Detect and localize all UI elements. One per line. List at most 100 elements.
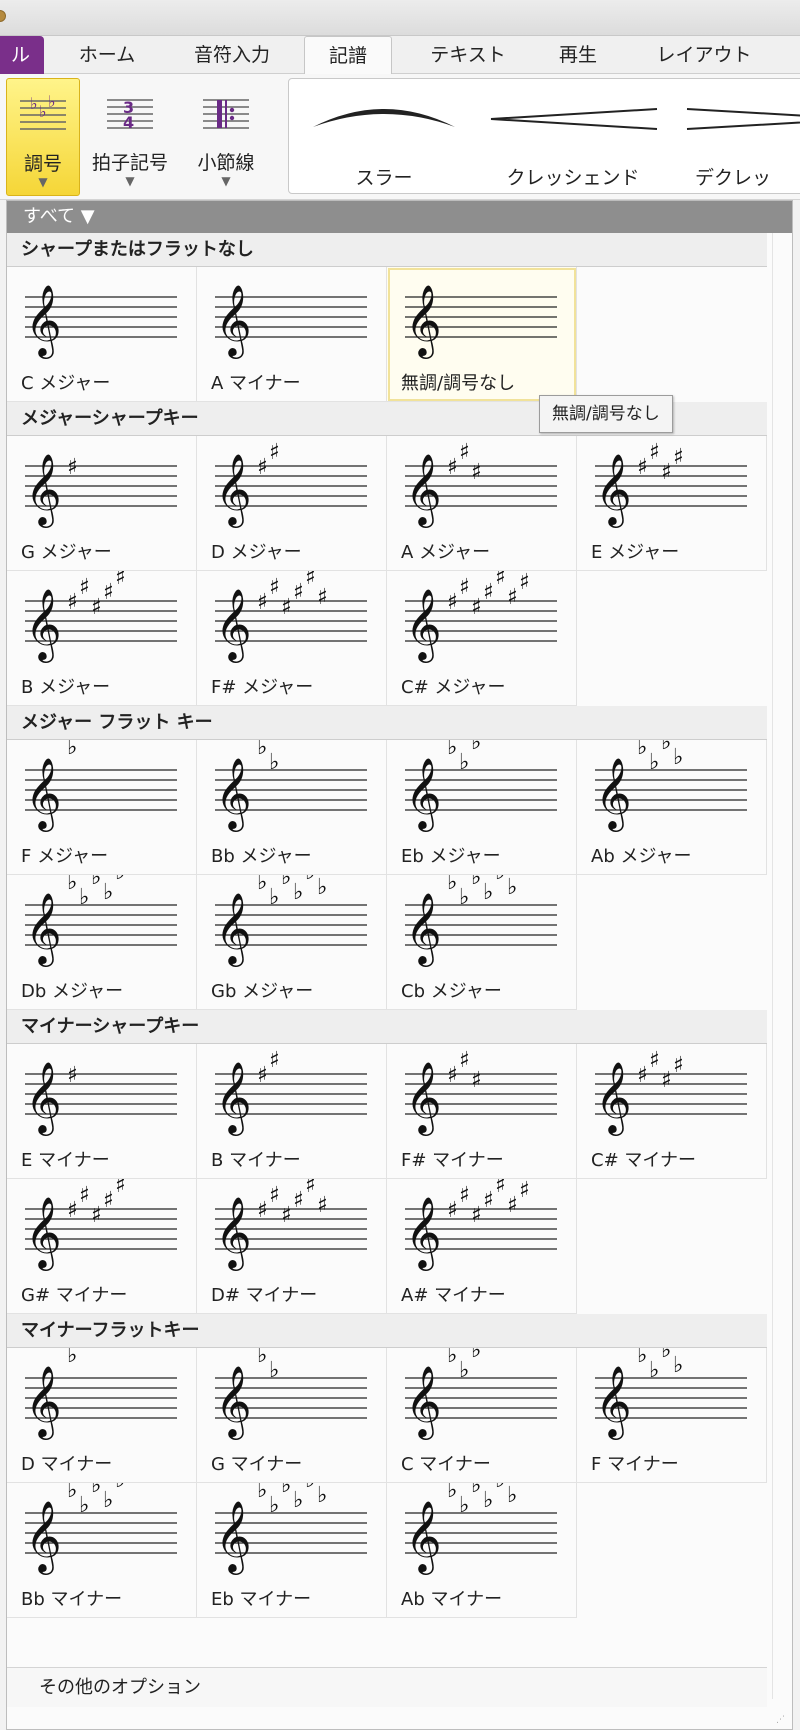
flat-icon: ♭ bbox=[269, 1358, 279, 1383]
window-control-icon[interactable] bbox=[0, 10, 6, 22]
tab-home[interactable]: ホーム bbox=[62, 36, 152, 74]
sharp-icon: ♯ bbox=[79, 575, 90, 600]
key-signature-item[interactable]: 𝄞 ♯ ♯ ♯ ♯ ♯ ♯ ♯ A# マイナー bbox=[387, 1179, 577, 1314]
flat-icon: ♭ bbox=[471, 740, 481, 755]
key-signature-button[interactable]: ♭ ♭ ♭ 調号 ▼ bbox=[6, 78, 80, 196]
crescendo-label: クレッシェンド bbox=[506, 167, 640, 189]
flat-icon: ♭ bbox=[269, 1493, 279, 1518]
treble-clef-icon: 𝄞 bbox=[405, 1195, 442, 1271]
scrollbar[interactable] bbox=[772, 233, 792, 1699]
sharp-icon: ♯ bbox=[115, 571, 126, 590]
key-signature-item[interactable]: 𝄞♭♭♭♭♭Bb マイナー bbox=[7, 1483, 197, 1618]
key-signature-item[interactable]: 𝄞 ♯ ♯ ♯ ♯ E メジャー bbox=[577, 436, 767, 571]
sharp-icon: ♯ bbox=[91, 595, 102, 620]
staff-icon: 𝄞♭♭♭♭♭♭♭ bbox=[405, 1483, 557, 1575]
key-signature-item[interactable]: 𝄞 A マイナー bbox=[197, 267, 387, 402]
key-signature-item[interactable]: 𝄞 ♯ ♯ ♯ ♯ ♯ G# マイナー bbox=[7, 1179, 197, 1314]
barline-button[interactable]: 小節線 ▼ bbox=[180, 78, 272, 196]
key-signature-item[interactable]: 𝄞 ♯ ♯ ♯ ♯ ♯ ♯ F# メジャー bbox=[197, 571, 387, 706]
flat-icon: ♭ bbox=[67, 1348, 77, 1368]
flat-icon: ♭ bbox=[257, 875, 267, 895]
key-signature-item[interactable]: 𝄞 ♭ ♭ G マイナー bbox=[197, 1348, 387, 1483]
svg-text:4: 4 bbox=[123, 113, 134, 132]
key-signature-item[interactable]: 𝄞 ♯ ♯ ♯ ♯ ♯ ♯ ♯ C# メジャー bbox=[387, 571, 577, 706]
tab-play[interactable]: 再生 bbox=[548, 36, 608, 74]
key-signature-item[interactable]: 𝄞 ♯ G メジャー bbox=[7, 436, 197, 571]
staff-icon: 𝄞 bbox=[215, 283, 367, 359]
sharp-icon: ♯ bbox=[269, 575, 280, 600]
tab-layout[interactable]: レイアウト bbox=[636, 36, 772, 74]
flat-icon: ♭ bbox=[471, 875, 481, 890]
key-signature-item[interactable]: 𝄞♭♭♭♭♭Db メジャー bbox=[7, 875, 197, 1010]
sharp-icon: ♯ bbox=[269, 1048, 280, 1073]
resize-grip-icon[interactable]: ⋰ bbox=[776, 1715, 786, 1725]
key-signature-item[interactable]: 𝄞 ♯ ♯ ♯ ♯ C# マイナー bbox=[577, 1044, 767, 1179]
flat-icon: ♭ bbox=[91, 875, 101, 890]
key-signature-item[interactable]: 𝄞♭♭♭♭♭♭♭Cb メジャー bbox=[387, 875, 577, 1010]
sharp-icon: ♯ bbox=[637, 1063, 648, 1088]
sharp-icon: ♯ bbox=[661, 1068, 672, 1093]
key-signature-item[interactable]: 𝄞 ♭ ♭ ♭ C マイナー bbox=[387, 1348, 577, 1483]
sharp-icon: ♯ bbox=[459, 1183, 470, 1208]
key-signature-item[interactable]: 𝄞 ♯ ♯ ♯ A メジャー bbox=[387, 436, 577, 571]
slur-item[interactable]: スラー bbox=[299, 79, 469, 193]
key-signature-item[interactable]: 𝄞 ♯ ♯ ♯ ♯ ♯ ♯ D# マイナー bbox=[197, 1179, 387, 1314]
key-signature-item[interactable]: 𝄞 ♭ ♭ Bb メジャー bbox=[197, 740, 387, 875]
flat-icon: ♭ bbox=[317, 875, 327, 900]
sharp-icon: ♯ bbox=[507, 585, 518, 610]
key-signature-item[interactable]: 𝄞 無調/調号なし bbox=[387, 267, 577, 402]
filter-dropdown[interactable]: すべて ▼ bbox=[7, 201, 792, 233]
key-signature-label: D# マイナー bbox=[211, 1285, 318, 1306]
sharp-icon: ♯ bbox=[649, 1048, 660, 1073]
key-signature-item[interactable]: 𝄞 ♭ ♭ ♭ Eb メジャー bbox=[387, 740, 577, 875]
sharp-icon: ♯ bbox=[67, 1063, 78, 1088]
key-signature-item[interactable]: 𝄞♭♭♭♭♭♭Gb メジャー bbox=[197, 875, 387, 1010]
svg-text:♭: ♭ bbox=[48, 92, 56, 111]
flat-icon: ♭ bbox=[483, 1488, 493, 1513]
flat-icon: ♭ bbox=[447, 1483, 457, 1503]
key-signature-item[interactable]: 𝄞 ♯ ♯ B マイナー bbox=[197, 1044, 387, 1179]
key-signature-item[interactable]: 𝄞 ♭ F メジャー bbox=[7, 740, 197, 875]
more-options-button[interactable]: その他のオプション bbox=[7, 1667, 767, 1707]
crescendo-icon bbox=[490, 108, 658, 130]
key-signature-item[interactable]: 𝄞 ♭ D マイナー bbox=[7, 1348, 197, 1483]
sharp-icon: ♯ bbox=[459, 575, 470, 600]
staff-icon: 𝄞 ♯ bbox=[25, 1060, 177, 1136]
key-signature-label: F# メジャー bbox=[211, 677, 314, 698]
treble-clef-icon: 𝄞 bbox=[25, 1060, 62, 1136]
flat-icon: ♭ bbox=[103, 880, 113, 905]
flat-icon: ♭ bbox=[269, 885, 279, 910]
key-signature-item[interactable]: 𝄞 ♯ ♯ ♯ F# マイナー bbox=[387, 1044, 577, 1179]
key-signature-label: G メジャー bbox=[21, 542, 112, 563]
tab-file[interactable]: ル bbox=[0, 36, 44, 74]
key-signature-item[interactable]: 𝄞 ♭ ♭ ♭ ♭ Ab メジャー bbox=[577, 740, 767, 875]
key-signature-item[interactable]: 𝄞 ♯ ♯ D メジャー bbox=[197, 436, 387, 571]
sharp-icon: ♯ bbox=[471, 595, 482, 620]
staff-icon: 𝄞 ♯♯♯ bbox=[405, 440, 557, 528]
flat-icon: ♭ bbox=[67, 740, 77, 760]
key-signature-item[interactable]: 𝄞 ♭ ♭ ♭ ♭ F マイナー bbox=[577, 1348, 767, 1483]
section-header: メジャー フラット キー bbox=[7, 706, 767, 740]
key-signature-label: Gb メジャー bbox=[211, 981, 314, 1002]
key-signature-item[interactable]: 𝄞 ♯ E マイナー bbox=[7, 1044, 197, 1179]
key-signature-item[interactable]: 𝄞 C メジャー bbox=[7, 267, 197, 402]
key-signature-label: F マイナー bbox=[591, 1454, 679, 1475]
key-signature-label: E マイナー bbox=[21, 1150, 110, 1171]
crescendo-item[interactable]: クレッシェンド bbox=[485, 79, 661, 193]
key-signature-item[interactable]: 𝄞♭♭♭♭♭♭Eb マイナー bbox=[197, 1483, 387, 1618]
key-signature-item[interactable]: 𝄞♭♭♭♭♭♭♭Ab マイナー bbox=[387, 1483, 577, 1618]
decrescendo-item[interactable]: デクレッ bbox=[681, 79, 800, 193]
key-signature-item[interactable]: 𝄞 ♯ ♯ ♯ ♯ ♯ B メジャー bbox=[7, 571, 197, 706]
time-signature-button[interactable]: 3 4 拍子記号 ▼ bbox=[88, 78, 172, 196]
sharp-icon: ♯ bbox=[637, 455, 648, 480]
tab-text[interactable]: テキスト bbox=[418, 36, 518, 74]
key-section: マイナーシャープキー 𝄞 ♯ E マイナー 𝄞 ♯ ♯ B マイナー 𝄞 ♯ ♯ ♯ F# マイナー 𝄞 ♯… bbox=[7, 1010, 767, 1314]
tab-note-input[interactable]: 音符入力 bbox=[182, 36, 282, 74]
flat-icon: ♭ bbox=[79, 885, 89, 910]
treble-clef-icon: 𝄞 bbox=[215, 1195, 252, 1271]
tab-notation[interactable]: 記譜 bbox=[304, 36, 392, 75]
flat-icon: ♭ bbox=[459, 885, 469, 910]
sharp-icon: ♯ bbox=[649, 440, 660, 465]
barline-icon bbox=[203, 99, 249, 129]
treble-clef-icon: 𝄞 bbox=[215, 756, 252, 832]
